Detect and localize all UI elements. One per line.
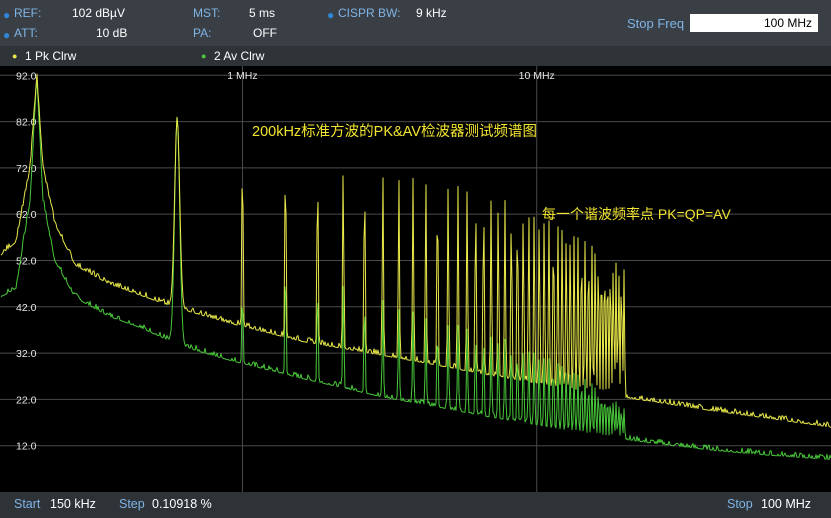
spectrum-plot: 1 MHz 10 MHz 92.082.072.062.052.042.032.0…: [0, 66, 831, 492]
att-label: ATT:: [14, 26, 38, 40]
pa-value[interactable]: OFF: [253, 26, 277, 40]
ref-indicator-dot: ●: [3, 8, 11, 22]
stop-value[interactable]: 100 MHz: [761, 497, 811, 511]
cispr-bw-label: CISPR BW:: [338, 6, 401, 20]
start-label: Start: [14, 497, 41, 511]
pa-label: PA:: [193, 26, 212, 40]
stop-freq-input[interactable]: 100 MHz: [690, 14, 818, 32]
start-value[interactable]: 150 kHz: [50, 497, 96, 511]
y-tick-label: 42.0: [16, 302, 37, 314]
trace1-label[interactable]: 1 Pk Clrw: [25, 49, 76, 63]
trace1-dot: ●: [12, 51, 18, 61]
stop-freq-input-value: 100 MHz: [763, 16, 812, 30]
trace-legend-bar: ● 1 Pk Clrw ● 2 Av Clrw: [0, 46, 831, 66]
step-value[interactable]: 0.10918 %: [152, 497, 212, 511]
chart-annotation: 每一个谐波频率点 PK=QP=AV: [542, 206, 731, 222]
trace2-dot: ●: [201, 51, 207, 61]
att-value[interactable]: 10 dB: [96, 26, 127, 40]
ref-value[interactable]: 102 dBµV: [72, 6, 125, 20]
instrument-header: ● REF: 102 dBµV ● ATT: 10 dB MST: 5 ms P…: [0, 0, 831, 46]
y-tick-label: 12.0: [16, 441, 37, 453]
trace2-label[interactable]: 2 Av Clrw: [214, 49, 264, 63]
cispr-bw-value[interactable]: 9 kHz: [416, 6, 447, 20]
y-tick-label: 72.0: [16, 163, 37, 175]
mst-label: MST:: [193, 6, 221, 20]
x-tick-label: 10 MHz: [519, 70, 555, 82]
step-label: Step: [119, 497, 145, 511]
status-footer: Start 150 kHz Step 0.10918 % Stop 100 MH…: [0, 492, 831, 518]
chart-title: 200kHz标准方波的PK&AV检波器测试频谱图: [252, 123, 537, 140]
stop-label: Stop: [727, 497, 753, 511]
x-tick-labels: 1 MHz 10 MHz: [227, 70, 555, 82]
ref-label: REF:: [14, 6, 42, 20]
y-tick-label: 92.0: [16, 70, 37, 82]
cispr-indicator-dot: ●: [327, 8, 335, 22]
x-tick-label: 1 MHz: [227, 70, 257, 82]
y-tick-label: 52.0: [16, 255, 37, 267]
mst-value[interactable]: 5 ms: [249, 6, 275, 20]
y-tick-label: 32.0: [16, 348, 37, 360]
stop-freq-label: Stop Freq: [627, 16, 685, 31]
y-tick-label: 22.0: [16, 394, 37, 406]
att-indicator-dot: ●: [3, 28, 11, 42]
